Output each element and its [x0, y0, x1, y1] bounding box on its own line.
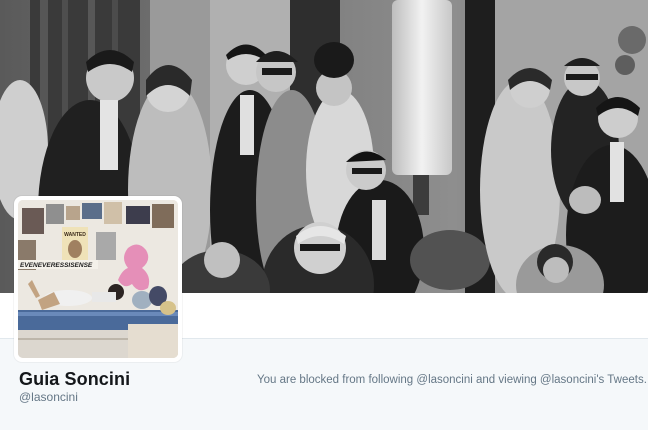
blocked-message: You are blocked from following @lasoncin…	[257, 374, 647, 386]
avatar-poster-text: WANTED	[64, 232, 86, 238]
profile-name: Guia Soncini	[19, 369, 131, 389]
avatar-photo: WANTED EVENEVERESSISENSE	[18, 200, 178, 358]
profile-handle[interactable]: @lasoncini	[19, 390, 78, 404]
blocked-notice: You are blocked from following @lasoncin…	[257, 374, 648, 386]
avatar-image: WANTED EVENEVERESSISENSE	[18, 200, 178, 358]
avatar[interactable]: WANTED EVENEVERESSISENSE	[14, 196, 182, 362]
profile-page: WANTED EVENEVERESSISENSE Guia Soncini @l…	[0, 0, 648, 430]
avatar-banner-text: EVENEVERESSISENSE	[20, 262, 93, 269]
